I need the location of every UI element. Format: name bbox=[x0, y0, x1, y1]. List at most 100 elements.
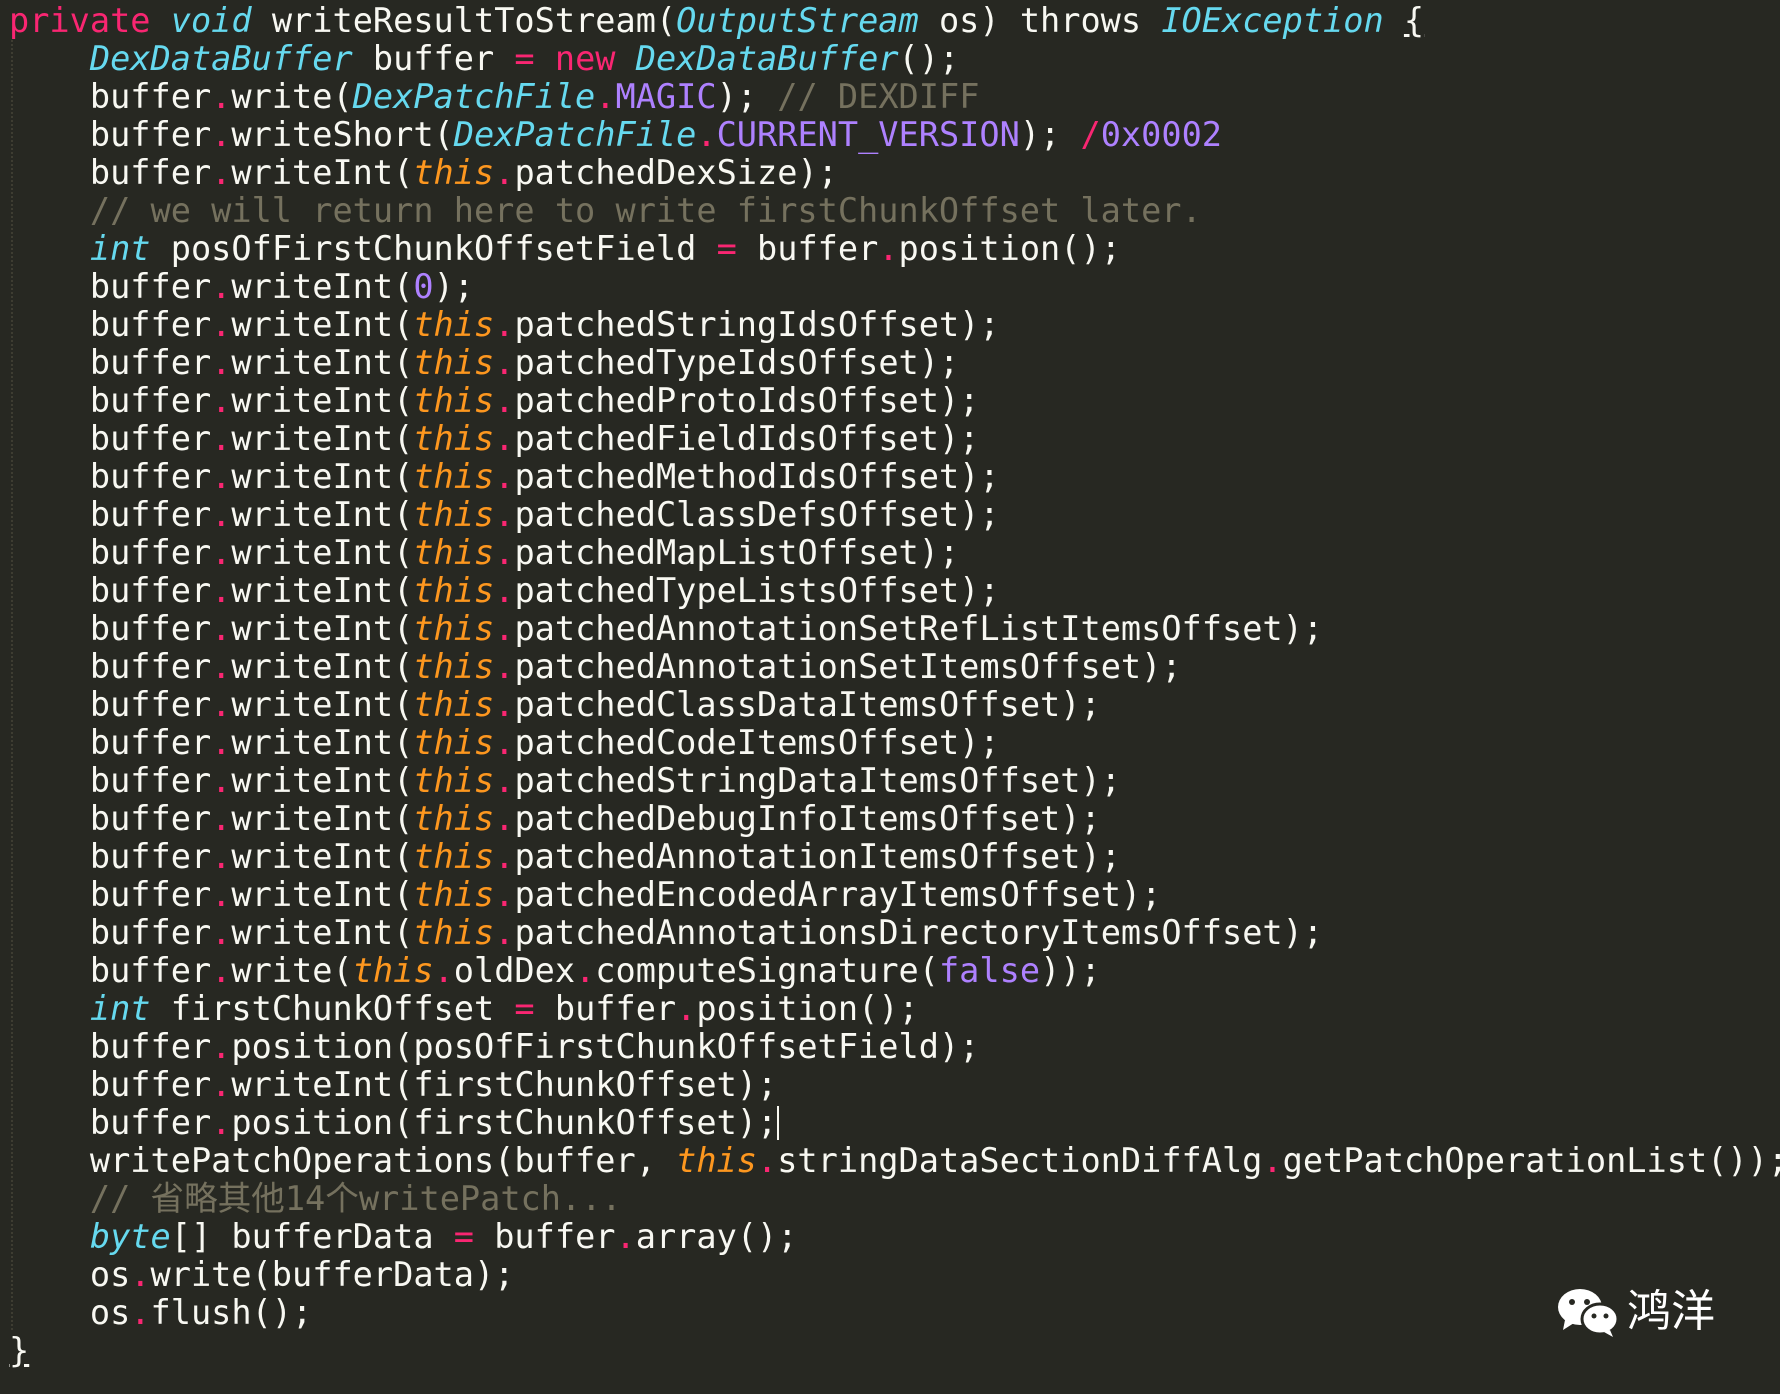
code-line-35[interactable]: os.flush(); bbox=[9, 1294, 1780, 1332]
operator-token: . bbox=[494, 153, 515, 192]
code-line-24[interactable]: buffer.writeInt(this.patchedEncodedArray… bbox=[9, 876, 1780, 914]
code-line-15[interactable]: buffer.writeInt(this.patchedMapListOffse… bbox=[9, 534, 1780, 572]
code-line-2[interactable]: DexDataBuffer buffer = new DexDataBuffer… bbox=[9, 40, 1780, 78]
code-token: buffer bbox=[9, 115, 212, 154]
operator-token: . bbox=[494, 837, 515, 876]
code-line-12[interactable]: buffer.writeInt(this.patchedFieldIdsOffs… bbox=[9, 420, 1780, 458]
type-token: int bbox=[89, 229, 151, 268]
code-token: position(posOfFirstChunkOffsetField); bbox=[231, 1027, 980, 1066]
this-keyword-token: this bbox=[676, 1141, 757, 1180]
type-token: DexPatchFile bbox=[352, 77, 596, 116]
code-token: patchedStringIdsOffset); bbox=[514, 305, 1000, 344]
code-token: buffer bbox=[9, 153, 212, 192]
operator-token: . bbox=[211, 685, 232, 724]
code-line-19[interactable]: buffer.writeInt(this.patchedClassDataIte… bbox=[9, 686, 1780, 724]
code-line-13[interactable]: buffer.writeInt(this.patchedMethodIdsOff… bbox=[9, 458, 1780, 496]
code-line-11[interactable]: buffer.writeInt(this.patchedProtoIdsOffs… bbox=[9, 382, 1780, 420]
operator-token: . bbox=[575, 951, 596, 990]
type-token: OutputStream bbox=[676, 1, 919, 40]
code-line-26[interactable]: buffer.write(this.oldDex.computeSignatur… bbox=[9, 952, 1780, 990]
code-token: writeInt( bbox=[231, 913, 414, 952]
code-token: buffer bbox=[9, 761, 212, 800]
code-token: writeInt( bbox=[231, 799, 414, 838]
this-keyword-token: this bbox=[413, 495, 495, 534]
this-keyword-token: this bbox=[413, 381, 495, 420]
code-token: buffer bbox=[736, 229, 879, 268]
code-token: writeInt( bbox=[231, 685, 414, 724]
code-line-25[interactable]: buffer.writeInt(this.patchedAnnotationsD… bbox=[9, 914, 1780, 952]
code-token: buffer bbox=[9, 381, 212, 420]
code-line-30[interactable]: buffer.position(firstChunkOffset); bbox=[9, 1104, 1780, 1142]
code-line-20[interactable]: buffer.writeInt(this.patchedCodeItemsOff… bbox=[9, 724, 1780, 762]
type-token: DexDataBuffer bbox=[635, 39, 899, 78]
code-token: array(); bbox=[635, 1217, 798, 1256]
code-token: patchedClassDataItemsOffset); bbox=[514, 685, 1101, 724]
code-token: buffer bbox=[9, 951, 212, 990]
code-line-31[interactable]: writePatchOperations(buffer, this.string… bbox=[9, 1142, 1780, 1180]
code-line-33[interactable]: byte[] bufferData = buffer.array(); bbox=[9, 1218, 1780, 1256]
code-token: writeResultToStream( bbox=[251, 1, 677, 40]
code-line-9[interactable]: buffer.writeInt(this.patchedStringIdsOff… bbox=[9, 306, 1780, 344]
code-line-16[interactable]: buffer.writeInt(this.patchedTypeListsOff… bbox=[9, 572, 1780, 610]
operator-token: . bbox=[757, 1141, 778, 1180]
operator-token: . bbox=[211, 1027, 232, 1066]
comment-token: // we will return here to write firstChu… bbox=[9, 191, 1202, 230]
code-line-4[interactable]: buffer.writeShort(DexPatchFile.CURRENT_V… bbox=[9, 116, 1780, 154]
code-line-8[interactable]: buffer.writeInt(0); bbox=[9, 268, 1780, 306]
constant-token: false bbox=[938, 951, 1041, 990]
code-line-17[interactable]: buffer.writeInt(this.patchedAnnotationSe… bbox=[9, 610, 1780, 648]
comment-token: // DEXDIFF bbox=[777, 77, 980, 116]
code-line-28[interactable]: buffer.position(posOfFirstChunkOffsetFie… bbox=[9, 1028, 1780, 1066]
code-token: ); bbox=[1019, 115, 1081, 154]
code-editor[interactable]: private void writeResultToStream(OutputS… bbox=[0, 0, 1780, 1394]
code-line-14[interactable]: buffer.writeInt(this.patchedClassDefsOff… bbox=[9, 496, 1780, 534]
code-token: buffer bbox=[9, 343, 212, 382]
code-token: writeInt( bbox=[231, 571, 414, 610]
operator-token: = bbox=[716, 229, 737, 268]
this-keyword-token: this bbox=[413, 837, 495, 876]
operator-token: . bbox=[211, 875, 232, 914]
code-line-23[interactable]: buffer.writeInt(this.patchedAnnotationIt… bbox=[9, 838, 1780, 876]
code-block[interactable]: private void writeResultToStream(OutputS… bbox=[9, 2, 1780, 1370]
code-token: writeInt(firstChunkOffset); bbox=[231, 1065, 778, 1104]
code-line-29[interactable]: buffer.writeInt(firstChunkOffset); bbox=[9, 1066, 1780, 1104]
operator-token: . bbox=[211, 381, 232, 420]
this-keyword-token: this bbox=[413, 419, 495, 458]
code-token: buffer bbox=[474, 1217, 616, 1256]
constant-token: MAGIC bbox=[615, 77, 717, 116]
this-keyword-token: this bbox=[413, 457, 495, 496]
number-token: 0 bbox=[413, 267, 434, 306]
operator-token: . bbox=[211, 419, 232, 458]
operator-token: . bbox=[494, 305, 515, 344]
code-line-22[interactable]: buffer.writeInt(this.patchedDebugInfoIte… bbox=[9, 800, 1780, 838]
operator-token: . bbox=[494, 343, 515, 382]
code-line-34[interactable]: os.write(bufferData); bbox=[9, 1256, 1780, 1294]
code-line-27[interactable]: int firstChunkOffset = buffer.position()… bbox=[9, 990, 1780, 1028]
type-token: void bbox=[170, 1, 252, 40]
operator-token: . bbox=[211, 457, 232, 496]
code-token: patchedFieldIdsOffset); bbox=[514, 419, 980, 458]
operator-token: = bbox=[453, 1217, 474, 1256]
operator-token: . bbox=[494, 571, 515, 610]
operator-token: = bbox=[514, 989, 535, 1028]
code-line-6[interactable]: // we will return here to write firstChu… bbox=[9, 192, 1780, 230]
operator-token: . bbox=[211, 153, 232, 192]
code-line-10[interactable]: buffer.writeInt(this.patchedTypeIdsOffse… bbox=[9, 344, 1780, 382]
code-token: buffer bbox=[9, 1103, 212, 1142]
code-line-3[interactable]: buffer.write(DexPatchFile.MAGIC); // DEX… bbox=[9, 78, 1780, 116]
operator-token: . bbox=[494, 799, 515, 838]
this-keyword-token: this bbox=[413, 685, 495, 724]
operator-token: . bbox=[1262, 1141, 1283, 1180]
operator-token: . bbox=[615, 1217, 636, 1256]
code-line-36[interactable]: } bbox=[9, 1332, 1780, 1370]
code-token: writeInt( bbox=[231, 305, 414, 344]
code-line-1[interactable]: private void writeResultToStream(OutputS… bbox=[9, 2, 1780, 40]
code-line-5[interactable]: buffer.writeInt(this.patchedDexSize); bbox=[9, 154, 1780, 192]
this-keyword-token: this bbox=[413, 533, 495, 572]
code-line-7[interactable]: int posOfFirstChunkOffsetField = buffer.… bbox=[9, 230, 1780, 268]
operator-token: . bbox=[211, 343, 232, 382]
code-line-18[interactable]: buffer.writeInt(this.patchedAnnotationSe… bbox=[9, 648, 1780, 686]
code-line-21[interactable]: buffer.writeInt(this.patchedStringDataIt… bbox=[9, 762, 1780, 800]
code-token: writeInt( bbox=[231, 457, 414, 496]
code-line-32[interactable]: // 省略其他14个writePatch... bbox=[9, 1180, 1780, 1218]
